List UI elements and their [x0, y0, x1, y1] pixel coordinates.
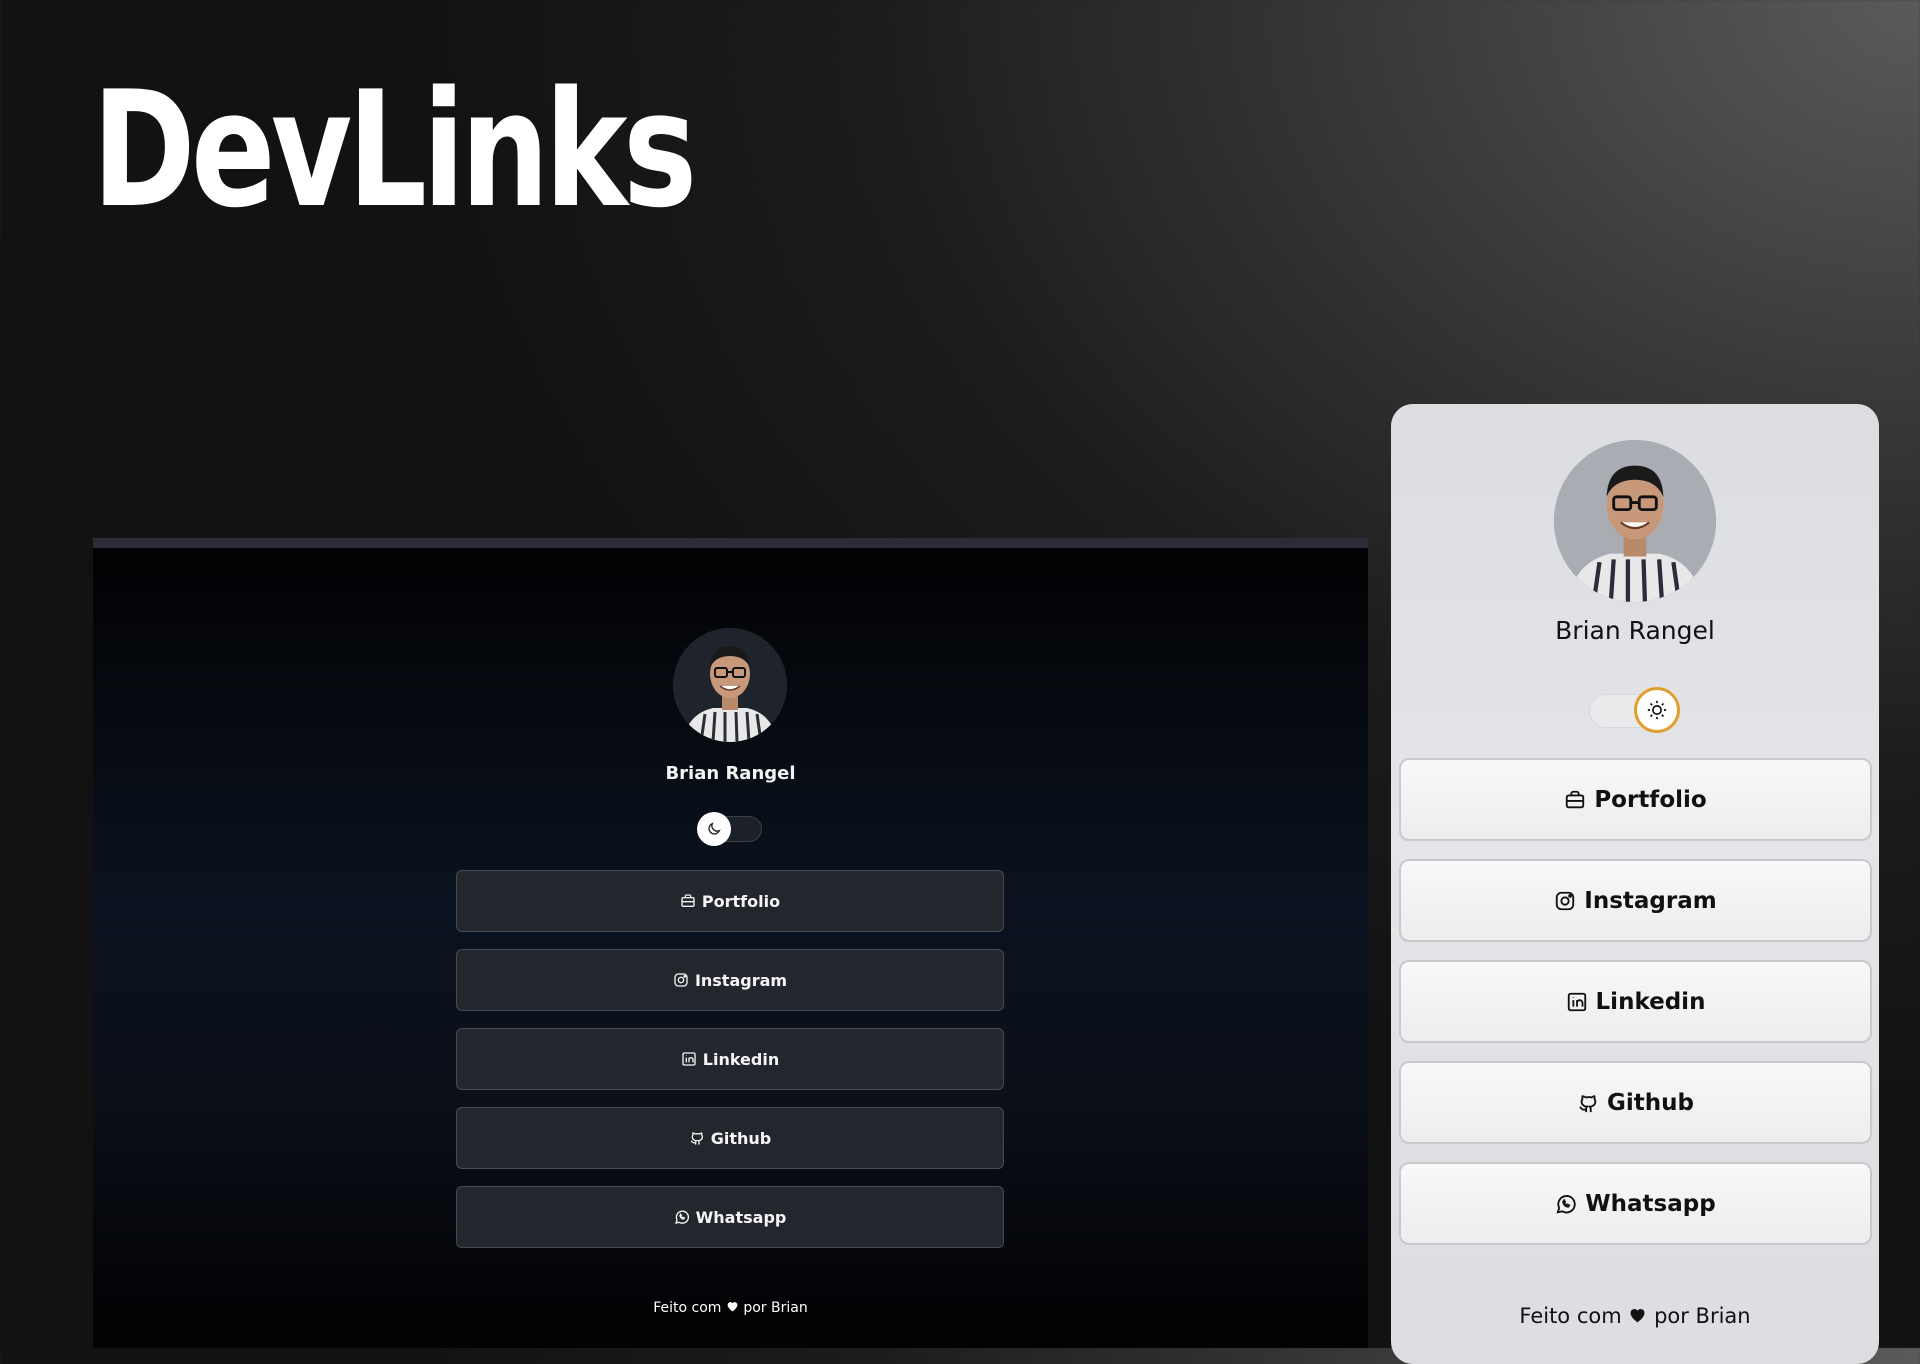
- link-label: Whatsapp: [695, 1207, 787, 1227]
- link-instagram[interactable]: Instagram: [1399, 859, 1872, 942]
- footer-prefix: Feito com: [1519, 1304, 1622, 1328]
- link-portfolio[interactable]: Portfolio: [1399, 758, 1872, 841]
- theme-toggle[interactable]: [1589, 687, 1680, 733]
- github-icon: [689, 1130, 705, 1146]
- footer-suffix: por Brian: [743, 1300, 808, 1316]
- desktop-dark-preview: Brian Rangel Portfolio Instagram Linkedi…: [93, 538, 1368, 1348]
- instagram-icon: [673, 972, 689, 988]
- briefcase-icon: [1564, 789, 1586, 811]
- link-label: Portfolio: [701, 891, 781, 911]
- sun-icon: [1634, 687, 1680, 733]
- link-label: Github: [1607, 1089, 1694, 1116]
- profile-name: Brian Rangel: [665, 763, 796, 784]
- hero-title: DevLinks: [92, 56, 697, 243]
- link-linkedin[interactable]: Linkedin: [456, 1028, 1004, 1090]
- link-label: Instagram: [694, 970, 788, 990]
- whatsapp-icon: [1555, 1193, 1577, 1215]
- link-label: Portfolio: [1594, 786, 1707, 813]
- link-label: Linkedin: [1595, 988, 1706, 1015]
- link-label: Linkedin: [702, 1049, 780, 1069]
- link-label: Instagram: [1584, 887, 1717, 914]
- link-label: Whatsapp: [1585, 1190, 1716, 1217]
- link-list: Portfolio Instagram Linkedin Github What…: [1399, 758, 1872, 1263]
- link-whatsapp[interactable]: Whatsapp: [1399, 1162, 1872, 1245]
- footer-prefix: Feito com: [653, 1300, 722, 1316]
- footer: Feito com por Brian: [1391, 1304, 1879, 1328]
- heart-icon: [1628, 1304, 1647, 1328]
- moon-icon: [697, 812, 731, 846]
- briefcase-icon: [680, 893, 696, 909]
- avatar: [1554, 440, 1716, 602]
- footer-suffix: por Brian: [1654, 1304, 1751, 1328]
- profile-name: Brian Rangel: [1555, 616, 1715, 645]
- footer: Feito com por Brian: [93, 1300, 1368, 1316]
- linkedin-icon: [681, 1051, 697, 1067]
- link-portfolio[interactable]: Portfolio: [456, 870, 1004, 932]
- heart-icon: [726, 1300, 739, 1316]
- whatsapp-icon: [674, 1209, 690, 1225]
- instagram-icon: [1554, 890, 1576, 912]
- github-icon: [1577, 1092, 1599, 1114]
- linkedin-icon: [1566, 991, 1588, 1013]
- link-list: Portfolio Instagram Linkedin Github What…: [456, 870, 1004, 1265]
- theme-toggle[interactable]: [697, 812, 762, 846]
- link-github[interactable]: Github: [1399, 1061, 1872, 1144]
- link-linkedin[interactable]: Linkedin: [1399, 960, 1872, 1043]
- avatar: [673, 628, 787, 742]
- link-github[interactable]: Github: [456, 1107, 1004, 1169]
- link-whatsapp[interactable]: Whatsapp: [456, 1186, 1004, 1248]
- link-instagram[interactable]: Instagram: [456, 949, 1004, 1011]
- mobile-light-preview: Brian Rangel Portfolio Instagram Linkedi…: [1391, 404, 1879, 1364]
- link-label: Github: [710, 1128, 772, 1148]
